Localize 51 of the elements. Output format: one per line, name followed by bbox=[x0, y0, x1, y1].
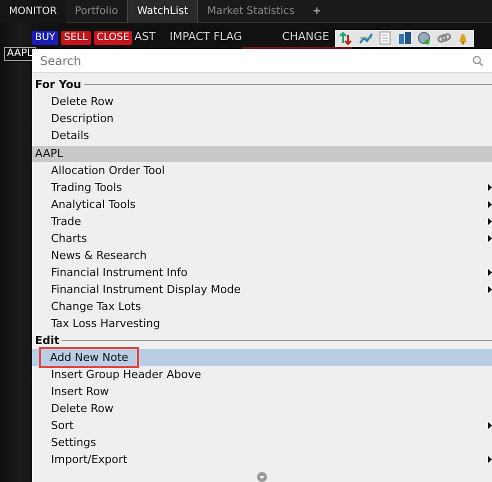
section-header: For You bbox=[34, 77, 82, 93]
menu-item[interactable]: Add New Note bbox=[32, 349, 492, 366]
menu-item[interactable]: Analytical Tools bbox=[32, 196, 492, 213]
menu-item[interactable]: Financial Instrument Info bbox=[32, 264, 492, 281]
column-header: CHANGE bbox=[282, 28, 330, 45]
search-icon[interactable] bbox=[472, 54, 484, 66]
submenu-arrow-icon bbox=[488, 235, 492, 242]
column-header: IMPACT FLAG bbox=[170, 28, 242, 45]
menu-item[interactable]: Settings bbox=[32, 434, 492, 451]
tab[interactable]: WatchList bbox=[127, 0, 198, 23]
trend-arrows-icon[interactable] bbox=[339, 31, 354, 45]
menu-item[interactable]: Charts bbox=[32, 230, 492, 247]
column-header: AST bbox=[134, 28, 156, 45]
order-button[interactable]: BUY bbox=[32, 31, 58, 45]
menu-item[interactable]: Details bbox=[32, 127, 492, 144]
submenu-arrow-icon bbox=[488, 184, 492, 191]
tab[interactable]: Market Statistics bbox=[198, 0, 304, 23]
section-header: AAPL bbox=[32, 146, 492, 162]
submenu-arrow-icon bbox=[488, 422, 492, 429]
menu-item[interactable]: Allocation Order Tool bbox=[32, 162, 492, 179]
menu-item[interactable]: Change Tax Lots bbox=[32, 298, 492, 315]
search-input[interactable]: Search bbox=[38, 50, 472, 70]
document-icon[interactable] bbox=[378, 31, 392, 45]
menu-item[interactable]: Delete Row bbox=[32, 93, 492, 110]
section-header: Edit bbox=[34, 333, 60, 349]
link-icon[interactable] bbox=[436, 31, 451, 45]
order-button[interactable]: SELL bbox=[61, 31, 91, 45]
menu-item[interactable]: News & Research bbox=[32, 247, 492, 264]
menu-item[interactable]: Tax Loss Harvesting bbox=[32, 315, 492, 332]
menu-item[interactable]: Delete Row bbox=[32, 400, 492, 417]
app-tab[interactable]: MONITOR bbox=[0, 0, 66, 23]
scroll-down-icon[interactable] bbox=[257, 472, 267, 482]
chart-icon[interactable] bbox=[358, 31, 373, 45]
submenu-arrow-icon bbox=[488, 269, 492, 276]
search-field[interactable]: Search bbox=[32, 49, 492, 73]
menu-item[interactable]: Import/Export bbox=[32, 451, 492, 468]
menu-item[interactable]: Financial Instrument Display Mode bbox=[32, 281, 492, 298]
submenu-arrow-icon bbox=[488, 218, 492, 225]
add-tab-button[interactable]: + bbox=[304, 0, 330, 23]
tab[interactable]: Portfolio bbox=[66, 0, 128, 23]
submenu-arrow-icon bbox=[488, 456, 492, 463]
submenu-arrow-icon bbox=[488, 286, 492, 293]
submenu-arrow-icon bbox=[488, 201, 492, 208]
menu-item[interactable]: Trade bbox=[32, 213, 492, 230]
menu-item[interactable]: Sort bbox=[32, 417, 492, 434]
menu-item[interactable]: Insert Group Header Above bbox=[32, 366, 492, 383]
order-button[interactable]: CLOSE bbox=[94, 31, 132, 45]
globe-icon[interactable] bbox=[417, 31, 432, 45]
menu-item[interactable]: Description bbox=[32, 110, 492, 127]
menu-item[interactable]: Trading Tools bbox=[32, 179, 492, 196]
menu-item[interactable]: Insert Row bbox=[32, 383, 492, 400]
